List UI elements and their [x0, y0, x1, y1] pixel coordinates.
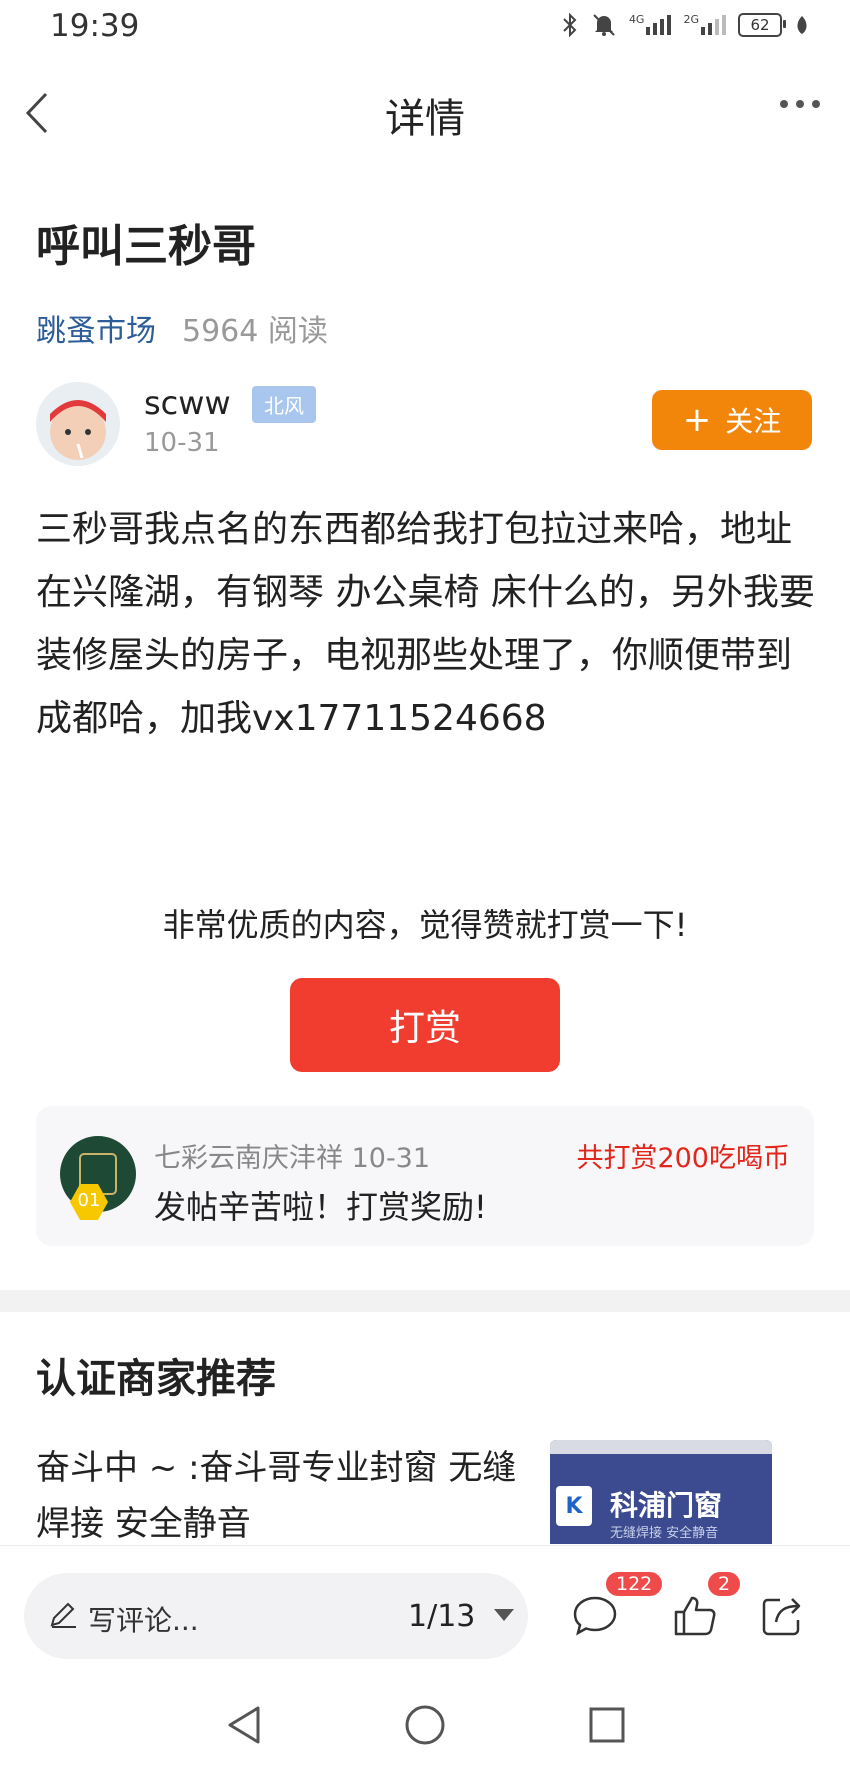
- recommend-item-text[interactable]: 奋斗中 ~ :奋斗哥专业封窗 无缝焊接 安全静音: [36, 1440, 526, 1552]
- thumb-slogan: 无缝焊接 安全静音: [610, 1526, 719, 1541]
- comment-count-badge: 122: [606, 1572, 663, 1596]
- post-body: 三秒哥我点名的东西都给我打包拉过来哈，地址在兴隆湖，有钢琴 办公桌椅 床什么的，…: [36, 509, 815, 739]
- more-options-button[interactable]: [780, 100, 820, 108]
- section-divider: [0, 1290, 850, 1312]
- system-home-icon[interactable]: [404, 1704, 446, 1746]
- author-tag: 北风: [252, 386, 316, 423]
- reward-prompt: 非常优质的内容，觉得赞就打赏一下!: [162, 906, 688, 944]
- post-date: 10-31: [144, 428, 220, 458]
- system-navigation-bar: [0, 1686, 850, 1766]
- caret-down-icon[interactable]: [494, 1609, 514, 1621]
- system-back-icon[interactable]: [224, 1704, 264, 1746]
- status-time: 19:39: [50, 8, 140, 44]
- rewarder-name-date: 七彩云南庆沣祥 10-31: [154, 1143, 431, 1174]
- signal-4g-icon: 4G: [629, 14, 672, 35]
- thumbs-up-icon: [674, 1596, 716, 1636]
- author-avatar[interactable]: [36, 382, 120, 466]
- reward-total: 共打赏200吃喝币: [576, 1143, 790, 1174]
- pen-icon: [50, 1602, 76, 1628]
- page-indicator[interactable]: 1/13: [408, 1599, 475, 1634]
- bottom-action-bar: 写评论... 1/13 122 2: [0, 1545, 850, 1686]
- plus-icon: +: [682, 400, 712, 440]
- leaf-icon: [797, 16, 807, 34]
- share-icon: [762, 1598, 801, 1636]
- bluetooth-icon: [563, 12, 577, 38]
- recommend-title: 认证商家推荐: [36, 1356, 276, 1402]
- comment-input[interactable]: 写评论... 1/13: [24, 1573, 528, 1659]
- system-recents-icon[interactable]: [588, 1706, 626, 1744]
- page-title: 详情: [385, 96, 465, 142]
- battery-icon: 62: [738, 13, 786, 37]
- reward-message: 发帖辛苦啦！打赏奖励!: [154, 1188, 487, 1226]
- forum-link[interactable]: 跳蚤市场: [36, 306, 156, 350]
- article-title: 呼叫三秒哥: [36, 221, 256, 272]
- comment-placeholder: 写评论...: [88, 1604, 199, 1637]
- comment-icon: [573, 1596, 617, 1636]
- like-count-badge: 2: [708, 1572, 741, 1596]
- recommend-item-thumbnail[interactable]: K 科浦门窗 无缝焊接 安全静音: [550, 1440, 772, 1544]
- thumb-brand: 科浦门窗: [610, 1489, 723, 1522]
- follow-button[interactable]: + 关注: [652, 390, 812, 450]
- reward-button[interactable]: 打赏: [290, 978, 560, 1072]
- status-icons: 4G 2G 62: [561, 12, 810, 38]
- reward-record: 01 七彩云南庆沣祥 10-31 发帖辛苦啦！打赏奖励! 共打赏200吃喝币: [36, 1106, 814, 1246]
- comment-button[interactable]: [570, 1590, 620, 1644]
- like-button[interactable]: [670, 1590, 720, 1644]
- brand-logo: K: [556, 1486, 592, 1526]
- author-name[interactable]: scww: [144, 384, 231, 422]
- signal-2g-icon: 2G: [683, 14, 726, 35]
- share-button[interactable]: [758, 1590, 808, 1644]
- rank-badge: 01: [70, 1184, 108, 1220]
- read-count: 5964 阅读: [182, 314, 328, 349]
- mute-bell-icon: [593, 14, 615, 36]
